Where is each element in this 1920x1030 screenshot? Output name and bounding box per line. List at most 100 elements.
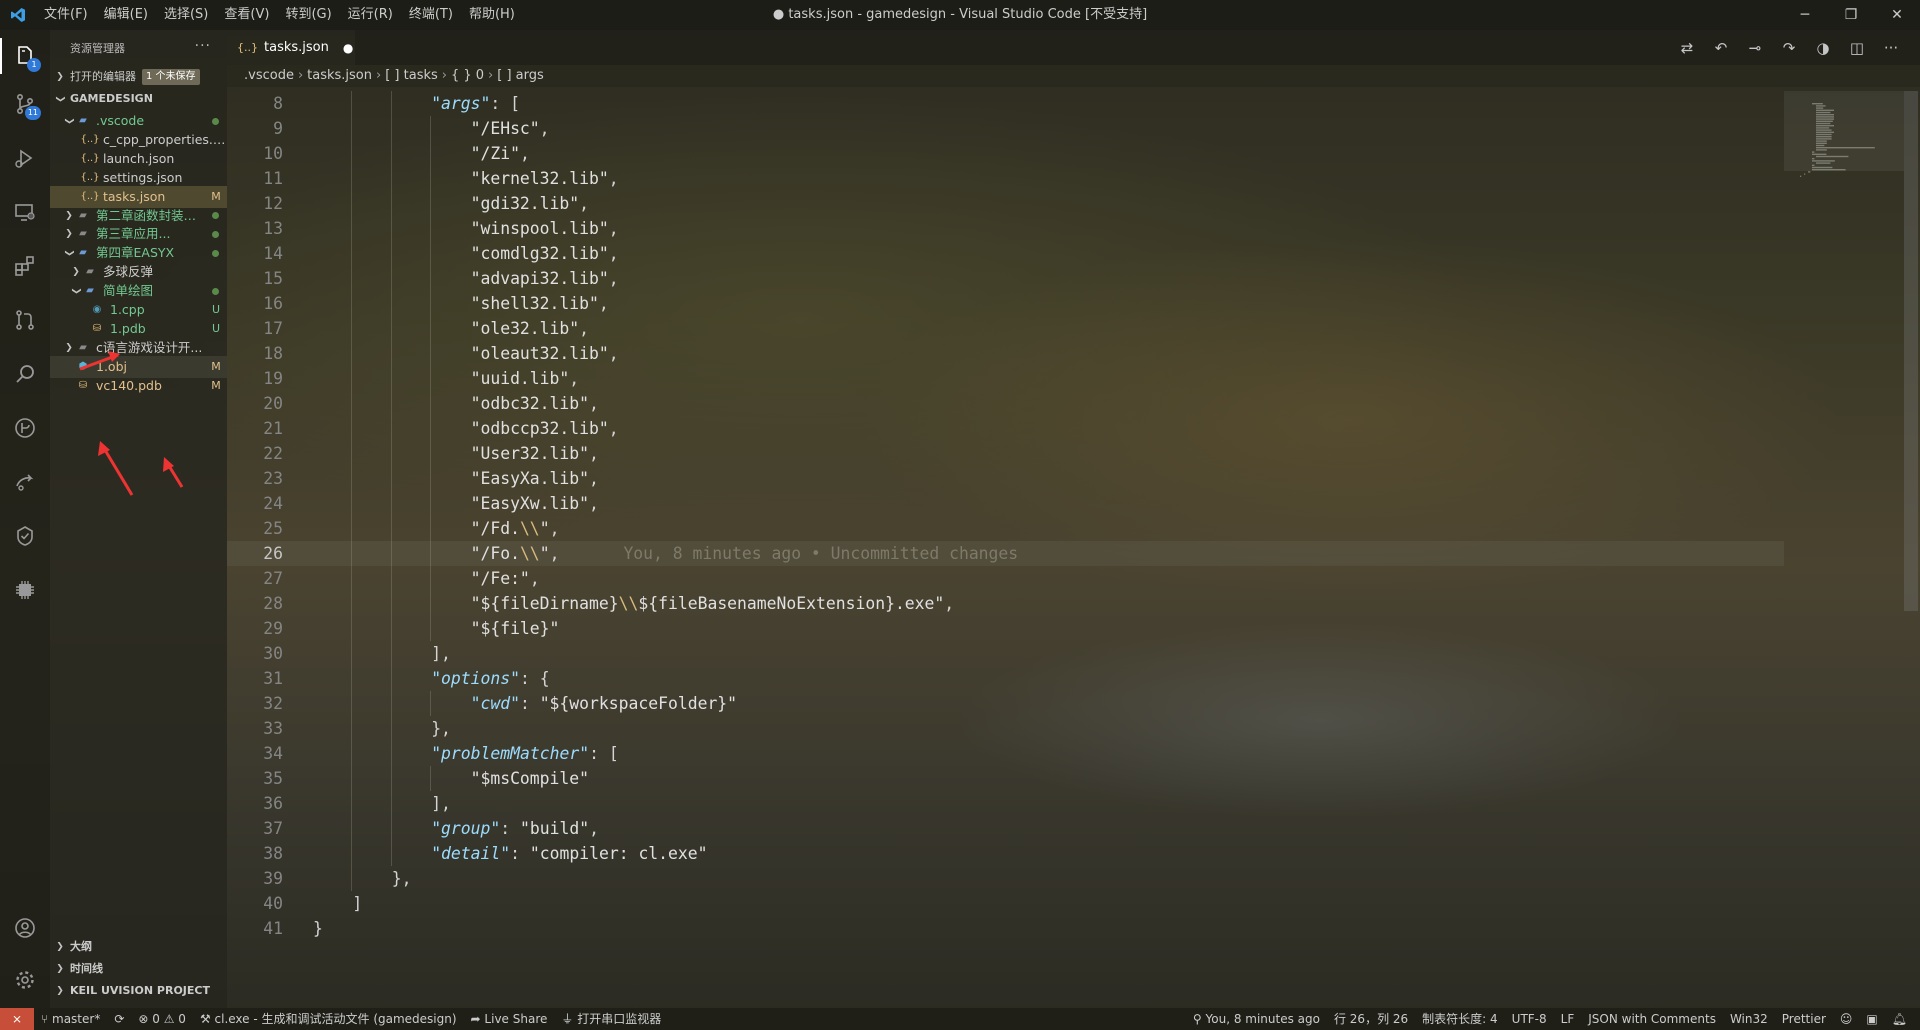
code-line[interactable]: 26 "/Fo.\\", You, 8 minutes ago • Uncommit… [227,541,1784,566]
tab-tasks-json[interactable]: {..} tasks.json ● [227,30,355,65]
previous-change-icon[interactable]: ↶ [1704,39,1738,57]
end-of-line[interactable]: LF [1554,1008,1582,1030]
code-line[interactable]: 41} [227,916,1784,941]
code-line[interactable]: 38 "detail": "compiler: cl.exe" [227,841,1784,866]
code-line[interactable]: 27 "/Fe:", [227,566,1784,591]
code-line[interactable]: 11 "kernel32.lib", [227,166,1784,191]
extensions-icon[interactable] [0,242,50,290]
code-line[interactable]: 35 "$msCompile" [227,766,1784,791]
code-line[interactable]: 12 "gdi32.lib", [227,191,1784,216]
open-editors-section[interactable]: ❯ 打开的编辑器 1 个未保存 [50,66,227,88]
serial-monitor-item[interactable]: ⏚ 打开串口监视器 [554,1008,668,1030]
outline-section[interactable]: ❯ 大纲 [50,936,227,958]
code-line[interactable]: 32 "cwd": "${workspaceFolder}" [227,691,1784,716]
code-line[interactable]: 9 "/EHsc", [227,116,1784,141]
chip-icon[interactable] [0,566,50,614]
code-line[interactable]: 34 "problemMatcher": [ [227,741,1784,766]
code-line[interactable]: 22 "User32.lib", [227,441,1784,466]
code-line[interactable]: 25 "/Fd.\\", [227,516,1784,541]
remote-explorer-icon[interactable] [0,188,50,236]
git-blame-item[interactable]: ⚲ You, 8 minutes ago [1186,1008,1327,1030]
code-line[interactable]: 37 "group": "build", [227,816,1784,841]
workspace-section[interactable]: ❯ GAMEDESIGN [50,88,227,110]
toggle-blame-icon[interactable]: ◑ [1806,39,1840,57]
gitlens-icon[interactable] [0,404,50,452]
code-line[interactable]: 39}, [227,866,1784,891]
code-line[interactable]: 21 "odbccp32.lib", [227,416,1784,441]
breadcrumb-item[interactable]: [ ] tasks [385,68,438,83]
minimap[interactable] [1784,91,1904,1007]
git-graph-icon[interactable] [0,296,50,344]
menu-item[interactable]: 编辑(E) [96,0,156,30]
code-line[interactable]: 10 "/Zi", [227,141,1784,166]
code-line[interactable]: 17 "ole32.lib", [227,316,1784,341]
code-line[interactable]: 28 "${fileDirname}\\${fileBasenameNoExten… [227,591,1784,616]
split-editor-icon[interactable]: ◫ [1840,39,1874,57]
explorer-icon[interactable]: 1 [0,32,50,80]
more-actions-icon[interactable]: ··· [1874,39,1908,57]
code-line[interactable]: 8 "args": [ [227,91,1784,116]
notifications-bell-icon[interactable]: 🔔︎ [1885,1008,1914,1030]
run-debug-icon[interactable] [0,134,50,182]
testing-icon[interactable] [0,512,50,560]
tab-size[interactable]: 制表符长度: 4 [1415,1008,1505,1030]
code-line[interactable]: 16 "shell32.lib", [227,291,1784,316]
code-line[interactable]: 36], [227,791,1784,816]
close-icon[interactable]: ✕ [1874,0,1920,30]
code-editor[interactable]: 8 "args": [9 "/EHsc", 10 "/Zi", 11 "kernel32.l… [227,91,1784,1007]
breadcrumb-item[interactable]: [ ] args [497,68,544,83]
open-changes-icon[interactable]: ⊸ [1738,39,1772,57]
remote-indicator-icon[interactable]: ⨯ [0,1008,34,1030]
platform[interactable]: Win32 [1723,1008,1775,1030]
language-mode[interactable]: JSON with Comments [1581,1008,1723,1030]
menu-item[interactable]: 转到(G) [277,0,339,30]
code-line[interactable]: 14 "comdlg32.lib", [227,241,1784,266]
code-line[interactable]: 18 "oleaut32.lib", [227,341,1784,366]
code-line[interactable]: 15 "advapi32.lib", [227,266,1784,291]
live-share-icon[interactable] [0,458,50,506]
timeline-section[interactable]: ❯ 时间线 [50,958,227,980]
compare-changes-icon[interactable]: ⇄ [1670,39,1704,57]
menu-item[interactable]: 查看(V) [216,0,277,30]
prettier-formatter[interactable]: Prettier [1775,1008,1833,1030]
cursor-position[interactable]: 行 26，列 26 [1327,1008,1415,1030]
code-line[interactable]: 30], [227,641,1784,666]
code-line[interactable]: 13 "winspool.lib", [227,216,1784,241]
code-line[interactable]: 29 "${file}" [227,616,1784,641]
source-control-icon[interactable]: 11 [0,80,50,128]
restore-icon[interactable]: ❐ [1828,0,1874,30]
code-line[interactable]: 24 "EasyXw.lib", [227,491,1784,516]
minimize-icon[interactable]: ─ [1782,0,1828,30]
account-icon[interactable] [0,904,50,952]
menu-item[interactable]: 帮助(H) [461,0,523,30]
more-actions-icon[interactable]: ··· [195,38,211,54]
breadcrumb-item[interactable]: tasks.json [307,68,372,83]
menu-item[interactable]: 终端(T) [401,0,461,30]
breadcrumb-item[interactable]: .vscode [244,68,294,83]
settings-gear-icon[interactable] [0,956,50,1004]
unsaved-dot-icon[interactable]: ● [343,41,353,55]
sync-icon[interactable]: ⟳ [107,1008,131,1030]
search-icon[interactable] [0,350,50,398]
menu-item[interactable]: 文件(F) [36,0,96,30]
live-share-item[interactable]: ➦ Live Share [464,1008,555,1030]
code-line[interactable]: 23 "EasyXa.lib", [227,466,1784,491]
code-line[interactable]: 33}, [227,716,1784,741]
code-line[interactable]: 40] [227,891,1784,916]
code-line[interactable]: 19 "uuid.lib", [227,366,1784,391]
breadcrumb-item[interactable]: { } 0 [451,68,484,83]
code-line[interactable]: 31 "options": { [227,666,1784,691]
feedback-icon[interactable]: ☺ [1833,1008,1860,1030]
next-change-icon[interactable]: ↷ [1772,39,1806,57]
menu-item[interactable]: 选择(S) [156,0,216,30]
problems-item[interactable]: ⊗ 0 ⚠ 0 [131,1008,193,1030]
minimap-slider[interactable] [1784,91,1904,171]
branch-item[interactable]: ⑂ master* [34,1008,107,1030]
layout-icon[interactable]: ▣ [1859,1008,1884,1030]
task-item[interactable]: ⚒ cl.exe - 生成和调试活动文件 (gamedesign) [193,1008,464,1030]
code-line[interactable]: 20 "odbc32.lib", [227,391,1784,416]
encoding[interactable]: UTF-8 [1505,1008,1554,1030]
menu-item[interactable]: 运行(R) [340,0,401,30]
editor-scrollbar[interactable] [1904,91,1918,611]
keil-project-section[interactable]: ❯ KEIL UVISION PROJECT [50,980,227,1002]
